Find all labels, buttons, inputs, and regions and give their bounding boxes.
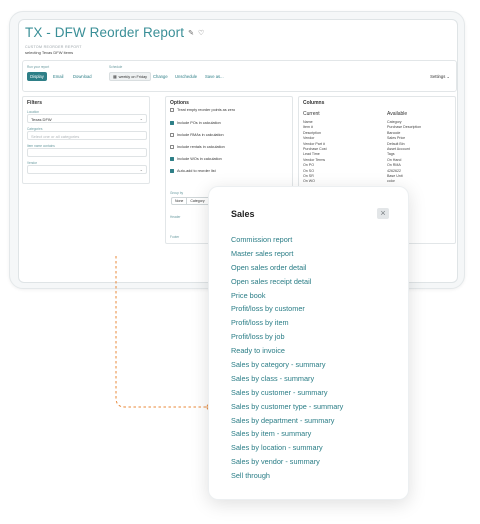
menu-item-sales-by-category[interactable]: Sales by category - summary — [231, 360, 343, 374]
menu-item-profit-loss-by-item[interactable]: Profit/loss by item — [231, 318, 343, 332]
sales-report-list: Commission report Master sales report Op… — [231, 235, 343, 485]
sales-menu-card: Sales × Commission report Master sales r… — [208, 186, 409, 500]
menu-item-sales-by-department[interactable]: Sales by department - summary — [231, 416, 343, 430]
menu-item-commission-report[interactable]: Commission report — [231, 235, 343, 249]
close-icon[interactable]: × — [377, 208, 389, 219]
menu-item-sell-through[interactable]: Sell through — [231, 471, 343, 485]
menu-item-price-book[interactable]: Price book — [231, 291, 343, 305]
menu-item-profit-loss-by-job[interactable]: Profit/loss by job — [231, 332, 343, 346]
menu-item-sales-by-customer-type[interactable]: Sales by customer type - summary — [231, 402, 343, 416]
menu-item-sales-by-class[interactable]: Sales by class - summary — [231, 374, 343, 388]
menu-item-sales-by-location[interactable]: Sales by location - summary — [231, 443, 343, 457]
connector-path — [115, 256, 206, 408]
menu-item-open-sales-order-detail[interactable]: Open sales order detail — [231, 263, 343, 277]
stage: TX - DFW Reorder Report ✎ ♡ CUSTOM REORD… — [0, 0, 480, 524]
sales-menu-title: Sales — [231, 209, 255, 219]
menu-item-profit-loss-by-customer[interactable]: Profit/loss by customer — [231, 304, 343, 318]
menu-item-sales-by-customer[interactable]: Sales by customer - summary — [231, 388, 343, 402]
menu-item-sales-by-vendor[interactable]: Sales by vendor - summary — [231, 457, 343, 471]
menu-item-sales-by-item[interactable]: Sales by item - summary — [231, 429, 343, 443]
menu-item-open-sales-receipt-detail[interactable]: Open sales receipt detail — [231, 277, 343, 291]
menu-item-master-sales-report[interactable]: Master sales report — [231, 249, 343, 263]
menu-item-ready-to-invoice[interactable]: Ready to invoice — [231, 346, 343, 360]
